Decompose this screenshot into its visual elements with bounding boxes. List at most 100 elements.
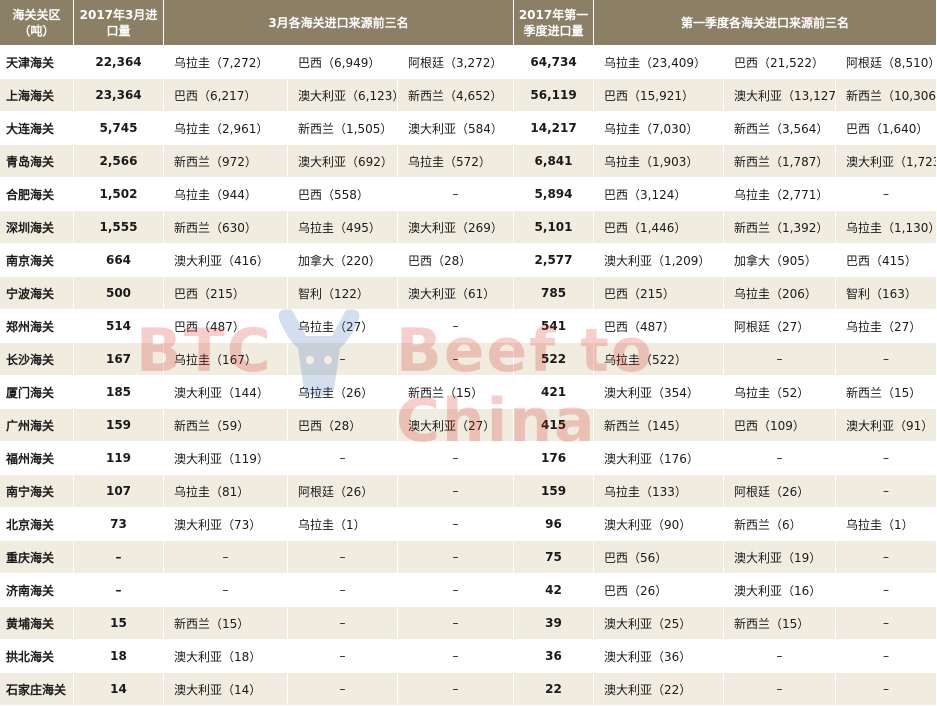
table-row: 青岛海关 2,566 新西兰（972） 澳大利亚（692） 乌拉圭（572） 6…: [0, 145, 937, 178]
q1-source-2: 澳大利亚（13,127）: [724, 79, 837, 112]
q1-source-3: –: [836, 343, 937, 376]
q1-source-1: 澳大利亚（1,209）: [594, 244, 725, 277]
q1-source-1: 巴西（1,446）: [594, 211, 725, 244]
march-source-1: 新西兰（972）: [164, 145, 288, 178]
q1-source-1: 巴西（487）: [594, 310, 725, 343]
q1-source-2: 阿根廷（27）: [724, 310, 837, 343]
march-source-3: 澳大利亚（584）: [398, 112, 515, 145]
march-volume: 73: [74, 508, 164, 541]
q1-volume: 415: [514, 409, 595, 442]
march-source-3: 新西兰（4,652）: [398, 79, 515, 112]
table-body: 天津海关 22,364 乌拉圭（7,272） 巴西（6,949） 阿根廷（3,2…: [0, 46, 937, 706]
march-volume: 1,502: [74, 178, 164, 211]
q1-source-2: 加拿大（905）: [724, 244, 837, 277]
customs-name: 北京海关: [0, 508, 74, 541]
q1-volume: 39: [514, 607, 595, 640]
q1-source-3: –: [836, 673, 937, 706]
q1-source-1: 澳大利亚（25）: [594, 607, 725, 640]
q1-volume: 14,217: [514, 112, 595, 145]
q1-volume: 75: [514, 541, 595, 574]
march-source-2: –: [288, 343, 398, 376]
march-volume: 119: [74, 442, 164, 475]
header-march-volume: 2017年3月进口量: [74, 0, 164, 46]
q1-source-1: 乌拉圭（133）: [594, 475, 725, 508]
march-source-3: –: [398, 178, 515, 211]
q1-source-3: 澳大利亚（91）: [836, 409, 937, 442]
table-row: 南京海关 664 澳大利亚（416） 加拿大（220） 巴西（28） 2,577…: [0, 244, 937, 277]
q1-source-3: 阿根廷（8,510）: [836, 46, 937, 79]
march-source-2: 乌拉圭（495）: [288, 211, 398, 244]
march-source-3: 巴西（28）: [398, 244, 515, 277]
q1-source-1: 澳大利亚（176）: [594, 442, 725, 475]
q1-source-3: –: [836, 574, 937, 607]
q1-volume: 36: [514, 640, 595, 673]
march-source-2: 乌拉圭（26）: [288, 376, 398, 409]
march-volume: 18: [74, 640, 164, 673]
q1-source-1: 澳大利亚（36）: [594, 640, 725, 673]
march-source-2: 澳大利亚（692）: [288, 145, 398, 178]
march-source-3: 澳大利亚（269）: [398, 211, 515, 244]
customs-name: 广州海关: [0, 409, 74, 442]
march-volume: 500: [74, 277, 164, 310]
q1-source-2: –: [724, 442, 837, 475]
march-source-3: 澳大利亚（61）: [398, 277, 515, 310]
q1-source-2: 乌拉圭（52）: [724, 376, 837, 409]
q1-source-2: 巴西（109）: [724, 409, 837, 442]
march-volume: 14: [74, 673, 164, 706]
customs-name: 拱北海关: [0, 640, 74, 673]
q1-source-3: 乌拉圭（1,130）: [836, 211, 937, 244]
customs-name: 南宁海关: [0, 475, 74, 508]
table-row: 宁波海关 500 巴西（215） 智利（122） 澳大利亚（61） 785 巴西…: [0, 277, 937, 310]
q1-volume: 96: [514, 508, 595, 541]
q1-source-1: 澳大利亚（22）: [594, 673, 725, 706]
table-row: 深圳海关 1,555 新西兰（630） 乌拉圭（495） 澳大利亚（269） 5…: [0, 211, 937, 244]
march-source-1: 澳大利亚（416）: [164, 244, 288, 277]
q1-source-2: 乌拉圭（2,771）: [724, 178, 837, 211]
q1-volume: 56,119: [514, 79, 595, 112]
march-volume: 1,555: [74, 211, 164, 244]
march-volume: 159: [74, 409, 164, 442]
q1-source-1: 巴西（215）: [594, 277, 725, 310]
march-source-2: 新西兰（1,505）: [288, 112, 398, 145]
table-row: 北京海关 73 澳大利亚（73） 乌拉圭（1） – 96 澳大利亚（90） 新西…: [0, 508, 937, 541]
q1-volume: 5,101: [514, 211, 595, 244]
march-volume: 185: [74, 376, 164, 409]
march-volume: 2,566: [74, 145, 164, 178]
march-source-1: 澳大利亚（14）: [164, 673, 288, 706]
table-row: 郑州海关 514 巴西（487） 乌拉圭（27） – 541 巴西（487） 阿…: [0, 310, 937, 343]
march-source-1: 巴西（6,217）: [164, 79, 288, 112]
q1-source-2: –: [724, 640, 837, 673]
q1-source-2: –: [724, 673, 837, 706]
q1-source-1: 巴西（15,921）: [594, 79, 725, 112]
customs-name: 合肥海关: [0, 178, 74, 211]
march-source-2: 乌拉圭（27）: [288, 310, 398, 343]
q1-source-1: 澳大利亚（354）: [594, 376, 725, 409]
q1-source-3: 新西兰（15）: [836, 376, 937, 409]
march-volume: –: [74, 541, 164, 574]
table-row: 福州海关 119 澳大利亚（119） – – 176 澳大利亚（176） – –: [0, 442, 937, 475]
table-row: 合肥海关 1,502 乌拉圭（944） 巴西（558） – 5,894 巴西（3…: [0, 178, 937, 211]
march-source-1: 新西兰（630）: [164, 211, 288, 244]
march-source-1: –: [164, 541, 288, 574]
customs-name: 石家庄海关: [0, 673, 74, 706]
q1-source-2: 新西兰（1,787）: [724, 145, 837, 178]
march-source-2: 巴西（28）: [288, 409, 398, 442]
march-source-3: –: [398, 607, 515, 640]
q1-volume: 421: [514, 376, 595, 409]
table-row: 天津海关 22,364 乌拉圭（7,272） 巴西（6,949） 阿根廷（3,2…: [0, 46, 937, 79]
march-source-1: 澳大利亚（144）: [164, 376, 288, 409]
march-source-1: 新西兰（59）: [164, 409, 288, 442]
march-source-2: 澳大利亚（6,123）: [288, 79, 398, 112]
march-volume: 22,364: [74, 46, 164, 79]
q1-source-3: 澳大利亚（1,723）: [836, 145, 937, 178]
table-row: 大连海关 5,745 乌拉圭（2,961） 新西兰（1,505） 澳大利亚（58…: [0, 112, 937, 145]
march-source-3: –: [398, 343, 515, 376]
q1-source-2: –: [724, 343, 837, 376]
march-source-1: 巴西（215）: [164, 277, 288, 310]
march-volume: 514: [74, 310, 164, 343]
march-source-3: –: [398, 640, 515, 673]
q1-source-3: –: [836, 541, 937, 574]
table-row: 南宁海关 107 乌拉圭（81） 阿根廷（26） – 159 乌拉圭（133） …: [0, 475, 937, 508]
q1-volume: 2,577: [514, 244, 595, 277]
q1-source-2: 阿根廷（26）: [724, 475, 837, 508]
